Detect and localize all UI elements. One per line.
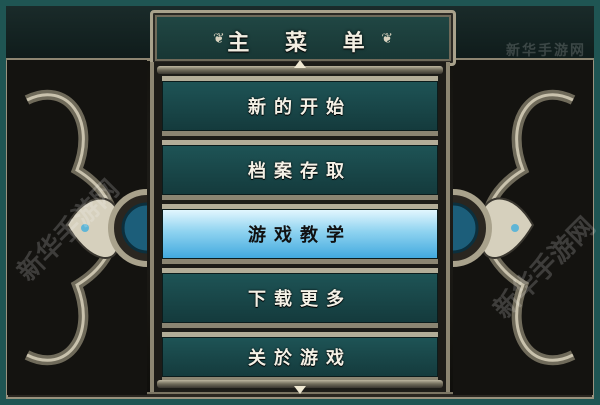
menu-item-about[interactable]: 关於游戏 xyxy=(162,332,438,382)
menu-item-download-more[interactable]: 下载更多 xyxy=(162,268,438,328)
main-menu-screen: ❦ 主 菜 单 ❦ 新的开始 档案存取 游戏教学 下载更多 关於游戏 新华手游网… xyxy=(0,0,600,405)
menu-item-label: 档案存取 xyxy=(248,161,352,182)
menu-item-label: 新的开始 xyxy=(248,97,352,118)
menu-item-new-game[interactable]: 新的开始 xyxy=(162,76,438,136)
menu-item-label: 游戏教学 xyxy=(248,225,352,246)
menu-item-label: 下载更多 xyxy=(248,289,352,310)
scroll-down-arrow-icon[interactable] xyxy=(294,386,306,394)
title-plate: ❦ 主 菜 单 ❦ xyxy=(150,10,456,66)
menu-item-tutorial[interactable]: 游戏教学 xyxy=(162,204,438,264)
menu-item-load-save[interactable]: 档案存取 xyxy=(162,140,438,200)
page-title: 主 菜 单 xyxy=(227,31,379,56)
title-right-ornament-icon: ❦ xyxy=(381,31,393,47)
scroll-up-arrow-icon[interactable] xyxy=(294,60,306,68)
menu-item-label: 关於游戏 xyxy=(248,348,352,369)
menu-list: 新的开始 档案存取 游戏教学 下载更多 关於游戏 xyxy=(150,60,450,394)
watermark: 新华手游网 xyxy=(506,43,586,59)
